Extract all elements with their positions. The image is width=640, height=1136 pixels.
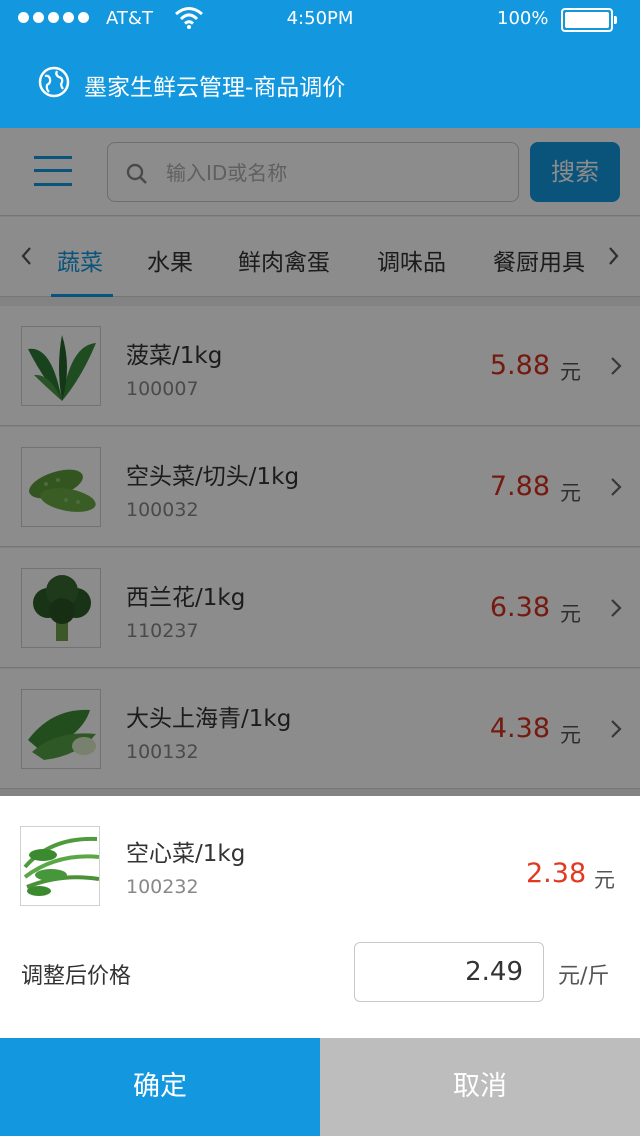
confirm-button[interactable]: 确定	[0, 1038, 320, 1136]
selected-product-price: 2.38	[526, 858, 587, 889]
modal-backdrop[interactable]	[0, 128, 640, 796]
cancel-button[interactable]: 取消	[320, 1038, 640, 1136]
selected-product-name: 空心菜/1kg	[126, 841, 246, 867]
water-spinach-image	[20, 826, 100, 906]
top-bar: AT&T 4:50PM 100% 墨家生鲜云管理-商品调价	[0, 0, 640, 128]
status-bar: AT&T 4:50PM 100%	[0, 0, 640, 40]
adjusted-price-input[interactable]	[354, 942, 544, 1002]
price-unit: 元	[594, 868, 615, 892]
page-title: 墨家生鲜云管理-商品调价	[84, 75, 346, 101]
globe-icon	[38, 66, 70, 98]
selected-product-id: 100232	[126, 876, 199, 898]
battery-icon	[561, 8, 617, 32]
battery-percent: 100%	[497, 8, 549, 29]
price-adjust-sheet: 空心菜/1kg 100232 2.38 元 调整后价格 元/斤 确定 取消	[0, 796, 640, 1136]
adjusted-price-unit: 元/斤	[558, 964, 610, 989]
adjusted-price-label: 调整后价格	[21, 964, 132, 989]
